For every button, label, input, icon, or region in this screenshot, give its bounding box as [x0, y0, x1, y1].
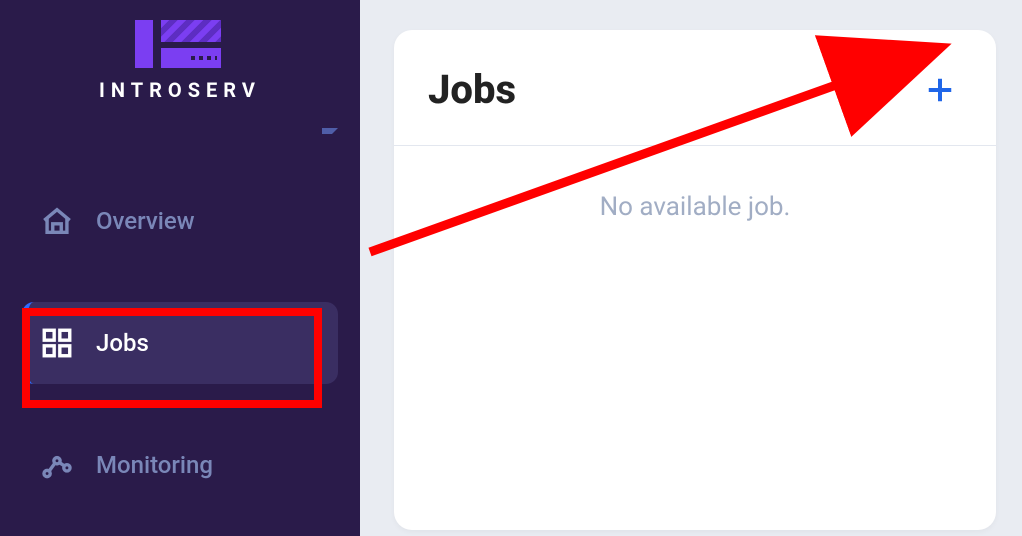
grid-icon [40, 326, 74, 360]
logo: INTROSERV [0, 0, 360, 110]
sidebar: INTROSERV Overview Jobs Monitoring [0, 0, 360, 536]
jobs-card: Jobs No available job. [394, 30, 996, 530]
sidebar-item-label: Monitoring [96, 451, 213, 479]
sidebar-nav: Overview Jobs Monitoring [0, 180, 360, 506]
add-job-button[interactable] [922, 72, 958, 108]
page-title: Jobs [428, 66, 516, 113]
sidebar-item-label: Jobs [96, 329, 149, 357]
card-header: Jobs [394, 30, 996, 146]
collapse-sidebar-icon[interactable] [322, 128, 338, 144]
empty-state-text: No available job. [394, 146, 996, 222]
activity-icon [40, 448, 74, 482]
sidebar-item-jobs[interactable]: Jobs [22, 302, 338, 384]
logo-mark [135, 18, 225, 68]
main-content: Jobs No available job. [360, 0, 1022, 536]
plus-icon [925, 75, 955, 105]
home-icon [40, 204, 74, 238]
sidebar-item-label: Overview [96, 207, 195, 235]
sidebar-item-monitoring[interactable]: Monitoring [22, 424, 338, 506]
sidebar-item-overview[interactable]: Overview [22, 180, 338, 262]
brand-name: INTROSERV [99, 78, 261, 102]
